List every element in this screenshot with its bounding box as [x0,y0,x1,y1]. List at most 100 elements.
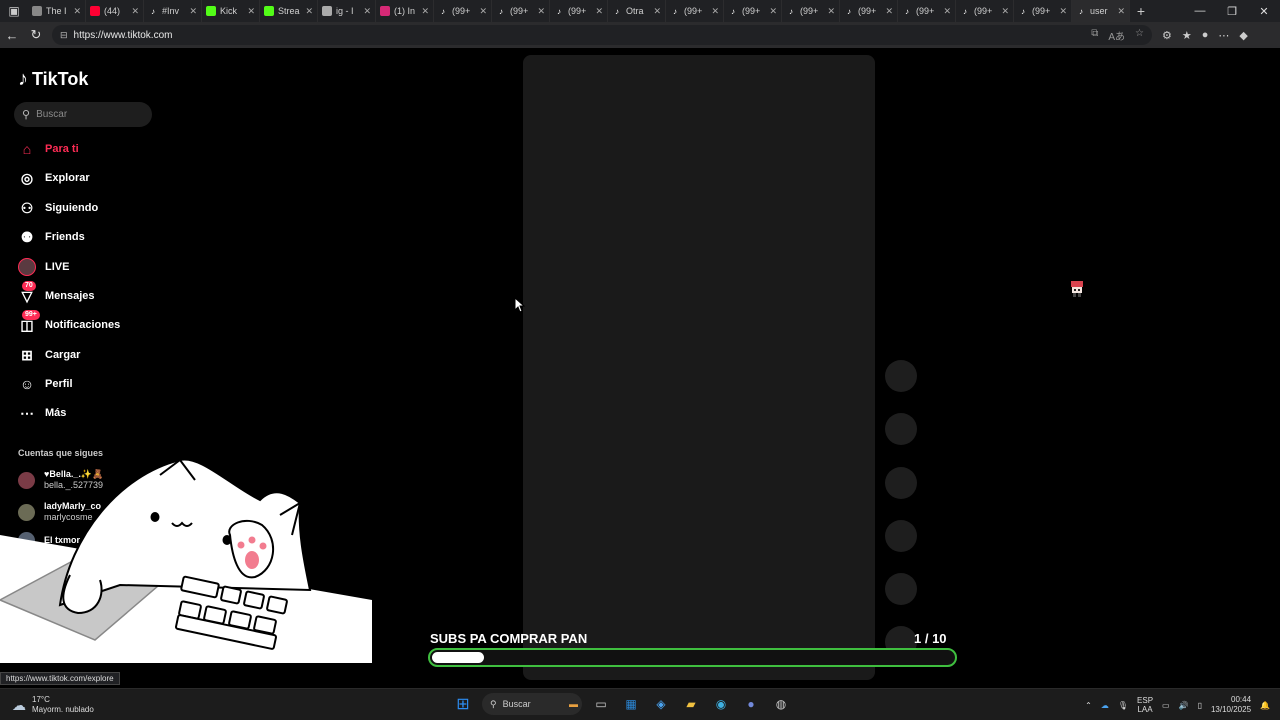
open-in-app-icon[interactable]: ⧉ [1091,28,1098,43]
close-tab-icon[interactable]: ✕ [711,6,719,17]
nav-notificaciones[interactable]: ◫ 99+ Notificaciones [18,310,120,336]
messages-badge: 70 [22,281,36,291]
minimize-icon[interactable]: — [1184,5,1216,18]
browser-tab[interactable]: (1) In ✕ [376,0,434,22]
windows-start-icon[interactable]: ⊞ [452,693,474,715]
close-tab-icon[interactable]: ✕ [479,6,487,17]
nav-cargar[interactable]: ⊞ Cargar [18,344,80,366]
discord-icon[interactable]: ● [740,693,762,715]
browser-tab[interactable]: Strea ✕ [260,0,318,22]
extensions-icon[interactable]: ⚙ [1162,29,1172,42]
close-tab-icon[interactable]: ✕ [653,6,661,17]
tab-title: (99+ [858,6,877,16]
search-input[interactable] [36,109,137,120]
nav-explorar[interactable]: ◎ Explorar [18,167,90,189]
browser-tab[interactable]: ♪ (99+ ✕ [666,0,724,22]
browser-tab[interactable]: ♪ (99+ ✕ [956,0,1014,22]
browser-tab[interactable]: ♪ (99+ ✕ [724,0,782,22]
browser-tab[interactable]: ♪ (99+ ✕ [898,0,956,22]
browser-tab[interactable]: ♪ #Inv ✕ [144,0,202,22]
nav-perfil[interactable]: ☺ Perfil [18,373,73,395]
tiktok-icon: ♪ [905,6,909,16]
close-tab-icon[interactable]: ✕ [595,6,603,17]
browser-tab[interactable]: ig - I ✕ [318,0,376,22]
language-indicator[interactable]: ESP LAA [1137,696,1153,714]
nav-siguiendo[interactable]: ⚇ Siguiendo [18,197,98,219]
nav-mas[interactable]: ⋯ Más [18,402,66,424]
nav-para-ti[interactable]: ⌂ Para ti [18,138,79,160]
close-tab-icon[interactable]: ✕ [1059,6,1067,17]
refresh-icon[interactable]: ↻ [24,27,48,43]
browser-tab[interactable]: ♪ user ✕ [1072,0,1130,22]
tiktok-icon: ♪ [789,6,793,16]
browser-tab[interactable]: ♪ (99+ ✕ [550,0,608,22]
favorite-star-icon[interactable]: ☆ [1135,28,1144,43]
new-tab-button[interactable]: + [1130,3,1152,19]
browser-tab[interactable]: ♪ (99+ ✕ [782,0,840,22]
obs-icon[interactable]: ◍ [770,693,792,715]
close-tab-icon[interactable]: ✕ [305,6,313,17]
store-icon[interactable]: ▦ [620,693,642,715]
copilot-icon[interactable]: ◆ [1239,29,1247,42]
close-tab-icon[interactable]: ✕ [1117,6,1125,17]
browser-tab[interactable]: ♪ Otra ✕ [608,0,666,22]
close-tab-icon[interactable]: ✕ [189,6,197,17]
tab-title: (99+ [452,6,471,16]
profile-avatar-icon[interactable]: ● [1202,29,1209,42]
nav-friends[interactable]: ⚉ Friends [18,226,85,248]
like-button[interactable] [885,413,917,445]
edge-icon[interactable]: ◉ [710,693,732,715]
onedrive-icon[interactable]: ☁ [1101,701,1109,710]
chevron-up-icon[interactable]: ⌃ [1085,701,1092,710]
tiktok-logo[interactable]: ♪ TikTok [18,68,88,91]
taskbar-search[interactable]: ⚲ Buscar ▬ [482,693,582,715]
browser-tab[interactable]: Kick ✕ [202,0,260,22]
browser-tab[interactable]: ♪ (99+ ✕ [1014,0,1072,22]
browser-tab[interactable]: ♪ (99+ ✕ [492,0,550,22]
browser-tab[interactable]: The I ✕ [28,0,86,22]
nav-mensajes[interactable]: ▽ 70 Mensajes [18,281,95,307]
window-menu-icon[interactable]: ▣ [0,0,28,22]
microphone-icon[interactable]: 🎙 [1118,701,1128,710]
restore-icon[interactable]: ❐ [1216,5,1248,18]
close-tab-icon[interactable]: ✕ [247,6,255,17]
notifications-bell-icon[interactable]: 🔔 [1260,701,1270,710]
video-player[interactable] [523,55,875,680]
avatar-button[interactable] [885,360,917,392]
tab-title: (99+ [800,6,819,16]
close-tab-icon[interactable]: ✕ [363,6,371,17]
browser-tab[interactable]: (44) ✕ [86,0,144,22]
tab-title: (1) In [394,6,416,16]
back-icon[interactable]: ← [0,28,24,43]
site-info-icon[interactable]: ⊟ [60,30,68,41]
close-tab-icon[interactable]: ✕ [769,6,777,17]
browser-tab[interactable]: ♪ (99+ ✕ [840,0,898,22]
close-tab-icon[interactable]: ✕ [827,6,835,17]
clock[interactable]: 00:44 13/10/2025 [1211,695,1251,715]
more-menu-icon[interactable]: ⋯ [1218,29,1229,42]
read-aloud-icon[interactable]: Aあ [1108,28,1125,43]
search-box[interactable]: ⚲ [14,102,152,127]
close-tab-icon[interactable]: ✕ [943,6,951,17]
close-window-icon[interactable]: ✕ [1248,5,1280,18]
network-icon[interactable]: ▭ [1162,701,1170,710]
close-tab-icon[interactable]: ✕ [1001,6,1009,17]
copilot-app-icon[interactable]: ◈ [650,693,672,715]
close-tab-icon[interactable]: ✕ [73,6,81,17]
save-button[interactable] [885,520,917,552]
nav-live[interactable]: LIVE [18,256,69,278]
close-tab-icon[interactable]: ✕ [131,6,139,17]
comment-button[interactable] [885,467,917,499]
close-tab-icon[interactable]: ✕ [537,6,545,17]
volume-icon[interactable]: 🔊 [1179,701,1189,710]
file-explorer-icon[interactable]: ▰ [680,693,702,715]
close-tab-icon[interactable]: ✕ [885,6,893,17]
task-view-icon[interactable]: ▭ [590,693,612,715]
url-field[interactable]: ⊟ https://www.tiktok.com ⧉ Aあ ☆ [52,25,1152,45]
weather-widget[interactable]: ☁ 17°C Mayorm. nublado [12,695,94,715]
battery-icon[interactable]: ▯ [1198,701,1202,710]
close-tab-icon[interactable]: ✕ [421,6,429,17]
browser-tab[interactable]: ♪ (99+ ✕ [434,0,492,22]
share-button[interactable] [885,573,917,605]
favorites-icon[interactable]: ★ [1182,29,1192,42]
